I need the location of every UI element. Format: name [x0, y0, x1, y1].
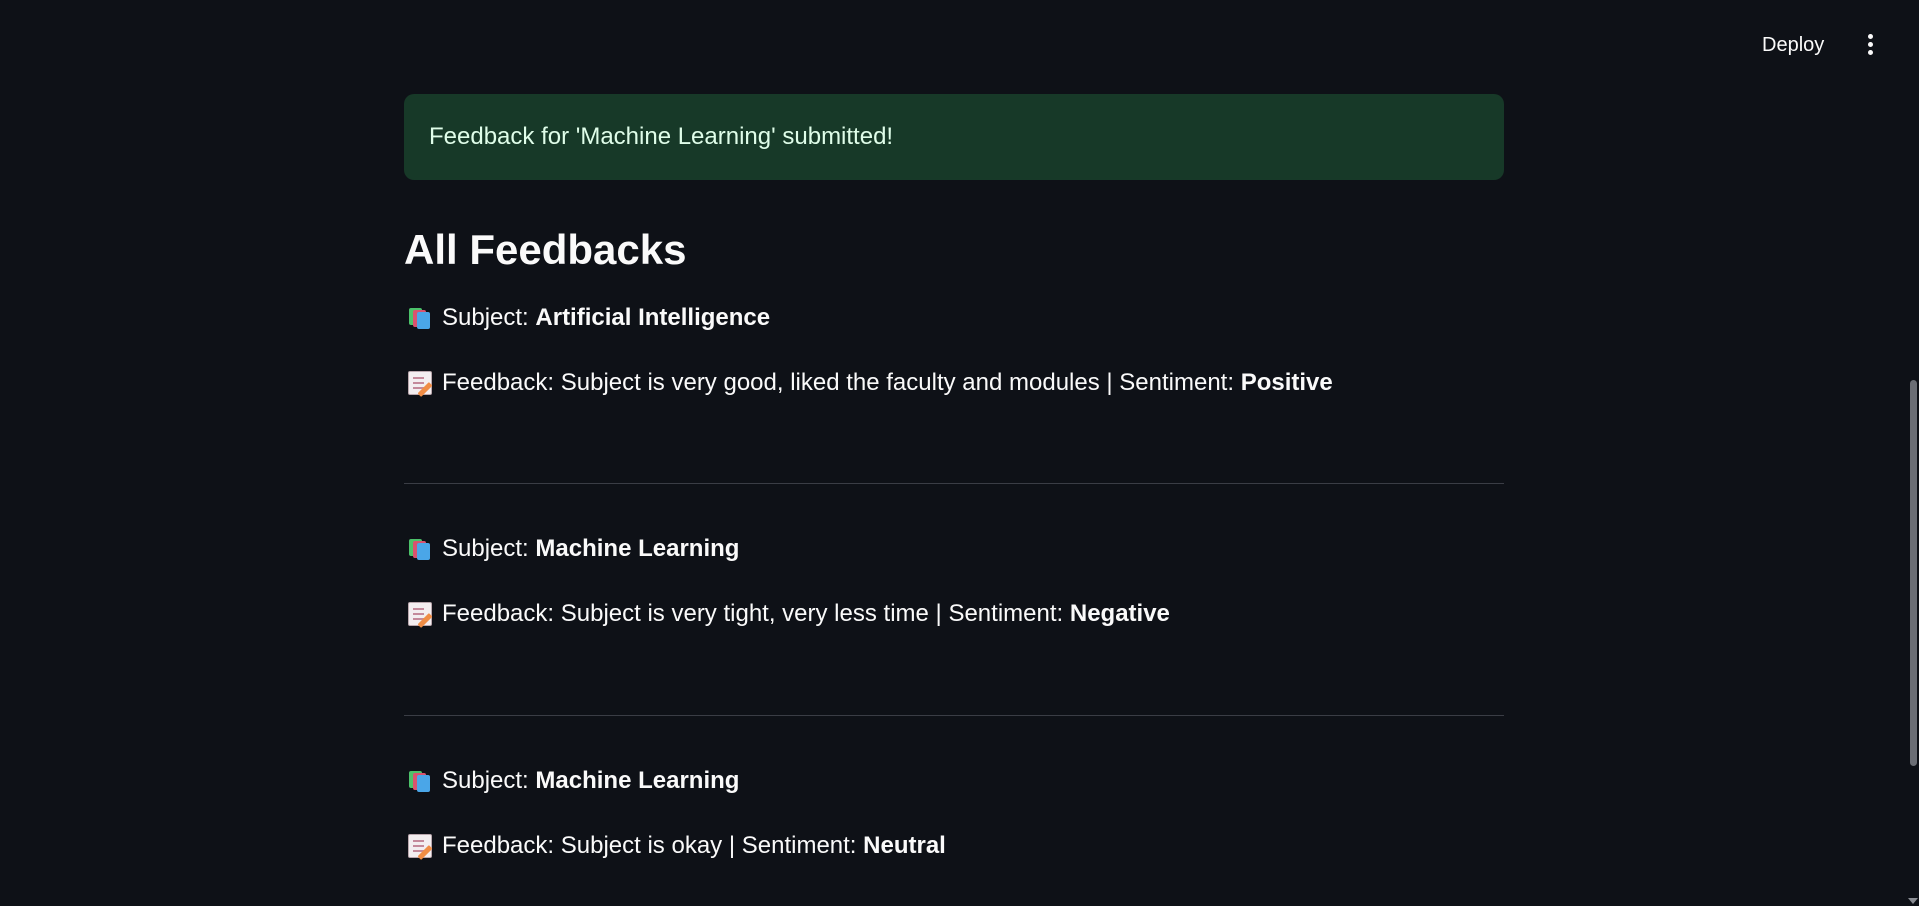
vertical-dots-icon — [1868, 34, 1873, 39]
subject-value: Machine Learning — [535, 535, 740, 562]
feedback-text: Subject is very good, liked the faculty … — [560, 369, 1100, 396]
success-alert-text: Feedback for 'Machine Learning' submitte… — [429, 123, 894, 150]
subject-value: Machine Learning — [535, 767, 740, 794]
success-alert: Feedback for 'Machine Learning' submitte… — [404, 94, 1504, 180]
scroll-down-icon[interactable] — [1908, 898, 1918, 904]
books-icon — [408, 537, 432, 561]
memo-icon — [408, 371, 432, 395]
feedback-text: Subject is okay — [560, 832, 723, 859]
main-menu-button[interactable] — [1856, 29, 1884, 61]
main-content: Feedback for 'Machine Learning' submitte… — [404, 94, 1504, 859]
books-icon — [408, 769, 432, 793]
top-bar: Deploy — [0, 0, 1919, 88]
memo-icon — [408, 834, 432, 858]
subject-line: Subject: Machine Learning — [408, 535, 739, 563]
deploy-button[interactable]: Deploy — [1750, 29, 1836, 61]
feedback-text: Subject is very tight, very less time — [560, 600, 929, 627]
page-title: All Feedbacks — [404, 226, 687, 273]
subject-value: Artificial Intelligence — [535, 304, 771, 331]
books-icon — [408, 306, 432, 330]
divider — [404, 715, 1504, 716]
feedback-line: Feedback: Subject is very tight, very le… — [408, 600, 1170, 628]
sentiment-value: Negative — [1069, 600, 1170, 627]
divider — [404, 483, 1504, 484]
subject-line: Subject: Machine Learning — [408, 767, 739, 795]
feedback-line: Feedback: Subject is very good, liked th… — [408, 369, 1333, 397]
feedback-line: Feedback: Subject is okay | Sentiment: N… — [408, 832, 946, 860]
vertical-scrollbar[interactable] — [1910, 380, 1917, 766]
sentiment-value: Neutral — [863, 832, 946, 859]
sentiment-value: Positive — [1240, 369, 1333, 396]
subject-line: Subject: Artificial Intelligence — [408, 304, 770, 332]
memo-icon — [408, 602, 432, 626]
